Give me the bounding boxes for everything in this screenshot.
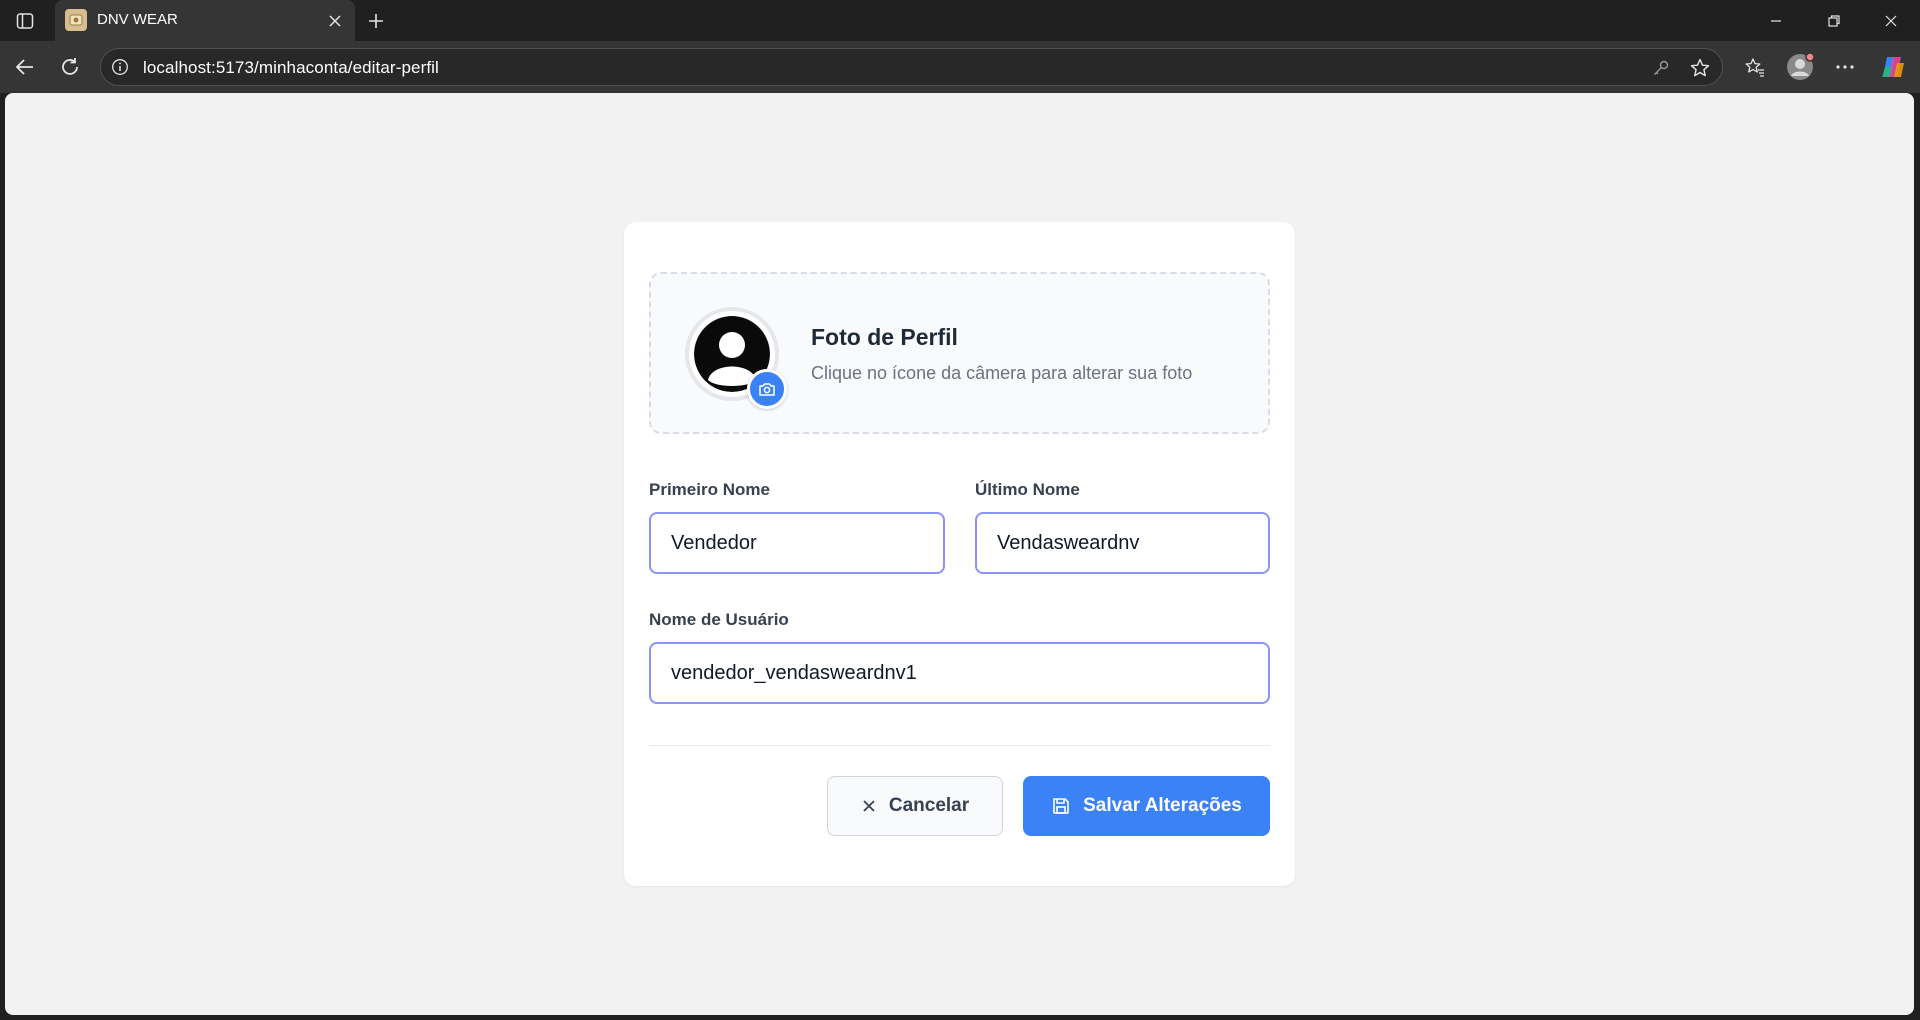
tab-title: DNV WEAR: [97, 11, 178, 28]
browser-tab-active[interactable]: DNV WEAR: [55, 0, 355, 41]
close-window-icon[interactable]: [1862, 0, 1919, 41]
avatar: [685, 307, 787, 409]
copilot-icon[interactable]: [1877, 51, 1909, 83]
photo-section-subtitle: Clique no ícone da câmera para alterar s…: [811, 363, 1193, 383]
save-icon: [1051, 796, 1071, 816]
key-icon[interactable]: [1648, 55, 1674, 81]
minimize-icon[interactable]: [1747, 0, 1804, 41]
tab-favicon-icon: [65, 9, 87, 31]
edit-profile-card: Foto de Perfil Clique no ícone da câmera…: [624, 222, 1295, 886]
new-tab-icon[interactable]: [362, 7, 390, 35]
favorite-star-icon[interactable]: [1687, 55, 1713, 81]
page-viewport: Foto de Perfil Clique no ícone da câmera…: [5, 93, 1914, 1015]
photo-section-title: Foto de Perfil: [811, 324, 958, 350]
url-text[interactable]: localhost:5173/minhaconta/editar-perfil: [143, 58, 439, 78]
profile-photo-section: Foto de Perfil Clique no ícone da câmera…: [649, 272, 1270, 434]
username-label: Nome de Usuário: [649, 610, 789, 629]
back-icon[interactable]: [9, 51, 41, 83]
tab-actions-icon[interactable]: [10, 8, 40, 34]
last-name-label: Último Nome: [975, 480, 1080, 499]
close-icon: [861, 798, 877, 814]
cancel-button-label: Cancelar: [888, 795, 970, 816]
more-options-icon[interactable]: [1829, 51, 1861, 83]
tab-close-icon[interactable]: [323, 9, 347, 33]
reload-icon[interactable]: [54, 51, 86, 83]
cancel-button[interactable]: Cancelar: [827, 776, 1003, 836]
form-divider: [649, 745, 1270, 746]
last-name-input[interactable]: [975, 512, 1270, 574]
favorites-icon[interactable]: [1739, 51, 1771, 83]
first-name-input[interactable]: [649, 512, 945, 574]
first-name-label: Primeiro Nome: [649, 480, 770, 499]
address-bar[interactable]: localhost:5173/minhaconta/editar-perfil: [100, 48, 1723, 86]
browser-toolbar: localhost:5173/minhaconta/editar-perfil: [0, 41, 1920, 93]
browser-titlebar: DNV WEAR: [0, 0, 1920, 41]
username-input[interactable]: [649, 642, 1270, 704]
save-button-label: Salvar Alterações: [1083, 795, 1242, 816]
save-button[interactable]: Salvar Alterações: [1023, 776, 1270, 836]
profile-avatar-icon[interactable]: [1784, 51, 1816, 83]
restore-icon[interactable]: [1805, 0, 1862, 41]
camera-icon[interactable]: [747, 369, 787, 409]
site-info-icon[interactable]: [110, 57, 130, 77]
